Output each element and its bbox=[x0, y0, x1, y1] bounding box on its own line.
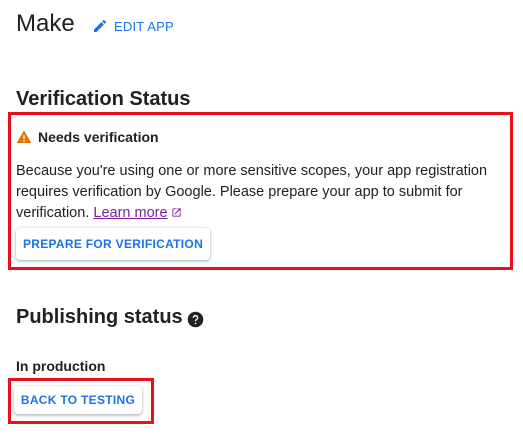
edit-app-button[interactable]: EDIT APP bbox=[92, 18, 174, 34]
edit-app-label: EDIT APP bbox=[114, 18, 174, 34]
verification-status-title: Verification Status bbox=[16, 88, 191, 110]
verification-description: Because you're using one or more sensiti… bbox=[16, 161, 511, 224]
learn-more-label: Learn more bbox=[93, 205, 168, 221]
pencil-icon bbox=[94, 19, 107, 32]
learn-more-link[interactable]: Learn more bbox=[93, 205, 181, 221]
needs-verification-label: Needs verification bbox=[38, 129, 159, 145]
help-circle-icon[interactable] bbox=[187, 311, 204, 328]
needs-verification-alert: Needs verification bbox=[16, 129, 159, 145]
warning-icon bbox=[16, 130, 32, 143]
publishing-status-value: In production bbox=[16, 358, 106, 374]
verification-body-text: Because you're using one or more sensiti… bbox=[16, 163, 488, 221]
publishing-status-title: Publishing status bbox=[16, 306, 183, 328]
external-link-icon bbox=[171, 208, 181, 217]
prepare-for-verification-button[interactable]: PREPARE FOR VERIFICATION bbox=[16, 228, 210, 260]
back-to-testing-button[interactable]: BACK TO TESTING bbox=[14, 386, 142, 414]
app-title: Make bbox=[16, 10, 75, 37]
